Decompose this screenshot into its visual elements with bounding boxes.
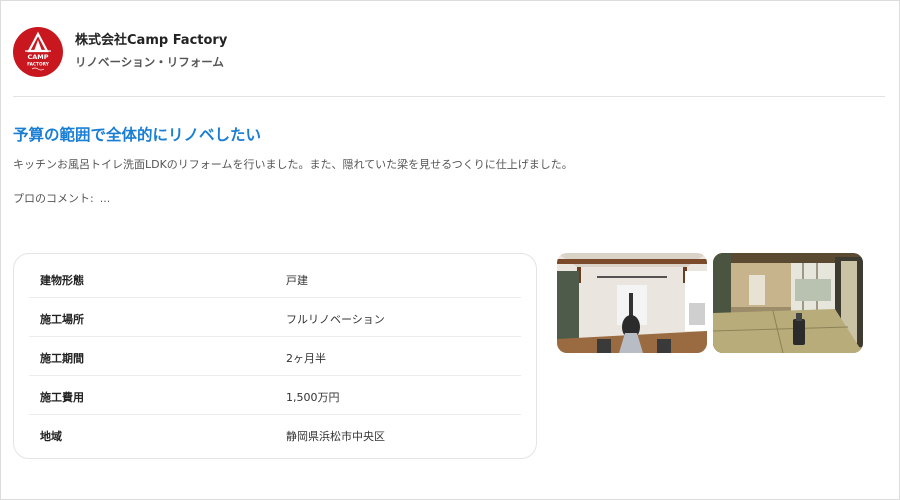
- spec-value: 静岡県浜松市中央区: [286, 430, 385, 443]
- case-description: キッチンお風呂トイレ洗面LDKのリフォームを行いました。また、隠れていた梁を見せ…: [13, 158, 573, 171]
- spec-row-construction-cost: 施工費用 1,500万円: [29, 376, 521, 415]
- spec-label: 施工期間: [40, 352, 84, 365]
- spec-label: 建物形態: [40, 274, 84, 287]
- spec-label: 地域: [40, 430, 62, 443]
- company-header[interactable]: CAMP FACTORY 株式会社Camp Factory リノベーション・リフ…: [13, 27, 885, 97]
- pro-comment-text: ...: [99, 192, 111, 205]
- spec-row-construction-area: 施工場所 フルリノベーション: [29, 298, 521, 337]
- company-category: リノベーション・リフォーム: [75, 55, 224, 69]
- spec-label: 施工費用: [40, 391, 84, 404]
- pro-comment-label: プロのコメント:: [13, 192, 94, 205]
- tent-logo-icon: CAMP FACTORY: [25, 31, 51, 71]
- pro-comment: プロのコメント:...: [13, 190, 110, 206]
- spec-value: 1,500万円: [286, 391, 340, 404]
- spec-label: 施工場所: [40, 313, 84, 326]
- company-logo: CAMP FACTORY: [13, 27, 63, 77]
- spec-row-building-type: 建物形態 戸建: [29, 259, 521, 298]
- case-title[interactable]: 予算の範囲で全体的にリノベしたい: [13, 123, 261, 145]
- spec-row-construction-period: 施工期間 2ヶ月半: [29, 337, 521, 376]
- spec-value: フルリノベーション: [286, 313, 385, 326]
- company-name[interactable]: 株式会社Camp Factory: [75, 29, 227, 48]
- renovated-living-room-photo[interactable]: [557, 253, 707, 353]
- logo-text-factory: FACTORY: [27, 62, 50, 68]
- logo-text-camp: CAMP: [27, 53, 48, 61]
- tatami-room-photo[interactable]: [713, 253, 863, 353]
- spec-row-region: 地域 静岡県浜松市中央区: [29, 415, 521, 454]
- spec-table: 建物形態 戸建 施工場所 フルリノベーション 施工期間 2ヶ月半 施工費用 1,…: [13, 253, 537, 459]
- spec-value: 2ヶ月半: [286, 352, 326, 365]
- spec-value: 戸建: [286, 274, 308, 287]
- case-card[interactable]: CAMP FACTORY 株式会社Camp Factory リノベーション・リフ…: [0, 0, 900, 500]
